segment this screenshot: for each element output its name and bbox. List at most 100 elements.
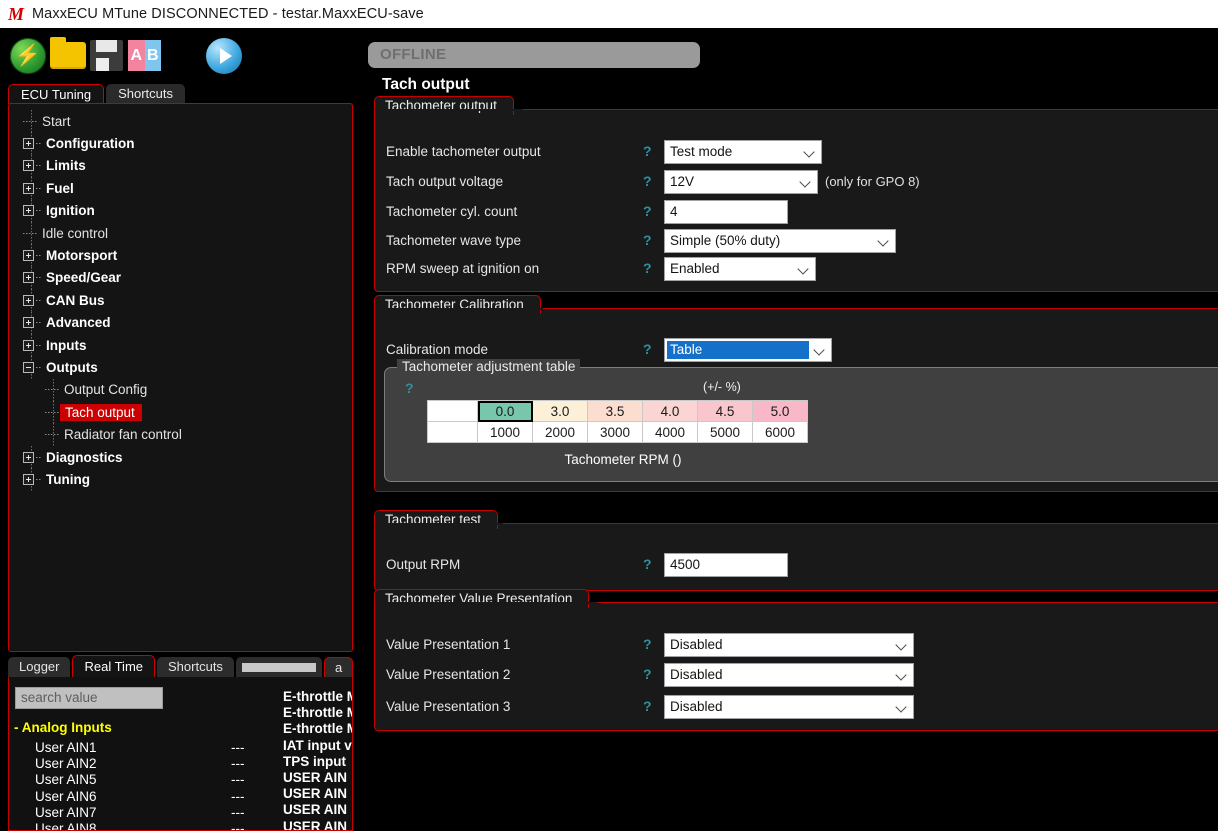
logger-row-value: --- bbox=[231, 740, 245, 755]
tree-connector bbox=[36, 478, 41, 480]
tree-connector bbox=[36, 277, 41, 279]
combo-calibration-mode-value: Table bbox=[667, 341, 809, 359]
help-icon-tachometer-cyl-count[interactable]: ? bbox=[643, 203, 652, 219]
expand-icon[interactable] bbox=[23, 473, 34, 485]
save-file-icon[interactable] bbox=[90, 40, 123, 71]
navigation-tree-panel: Start Configuration Limits Fuel Ignition Idle… bbox=[8, 103, 353, 652]
help-icon-calibration-mode[interactable]: ? bbox=[643, 341, 652, 357]
tree-item-configuration[interactable]: Configuration bbox=[9, 132, 352, 155]
tree-item-tuning[interactable]: Tuning bbox=[9, 468, 352, 491]
tree-item-start[interactable]: Start bbox=[9, 110, 352, 133]
table-corner-cell bbox=[427, 421, 478, 443]
tachometer-adjustment-table[interactable]: 0.0 3.0 3.5 4.0 4.5 5.0 1000 2000 3000 4000 5000 6… bbox=[427, 400, 808, 443]
combo-value-presentation-3-value: Disabled bbox=[670, 699, 723, 714]
help-icon-value-presentation-2[interactable]: ? bbox=[643, 666, 652, 682]
expand-icon[interactable] bbox=[23, 272, 34, 284]
expand-icon[interactable] bbox=[23, 138, 34, 150]
tree-guide-line bbox=[53, 401, 54, 424]
help-icon-tach-output-voltage[interactable]: ? bbox=[643, 173, 652, 189]
logger-group-header[interactable]: - Analog Inputs bbox=[14, 720, 112, 735]
tree-item-output-config[interactable]: Output Config bbox=[9, 378, 352, 402]
tab-shortcuts-logger[interactable]: Shortcuts bbox=[157, 657, 234, 678]
table-value-cell[interactable]: 5.0 bbox=[752, 400, 808, 422]
tree-item-radiator-fan-control[interactable]: Radiator fan control bbox=[9, 423, 352, 446]
help-icon-value-presentation-1[interactable]: ? bbox=[643, 636, 652, 652]
tab-logger[interactable]: Logger bbox=[8, 657, 71, 678]
run-play-icon[interactable] bbox=[206, 38, 242, 74]
table-value-cell[interactable]: 3.0 bbox=[532, 400, 588, 422]
help-icon-output-rpm[interactable]: ? bbox=[643, 556, 652, 572]
table-axis-cell[interactable]: 2000 bbox=[532, 421, 588, 443]
groupbox-adjustment-table-caption: Tachometer adjustment table bbox=[397, 359, 581, 374]
tab-ecu-tuning[interactable]: ECU Tuning bbox=[8, 84, 105, 104]
field-value-presentation-1: Value Presentation 1 ? Disabled bbox=[375, 633, 1218, 659]
tree-item-advanced[interactable]: Advanced bbox=[9, 311, 352, 334]
expand-icon[interactable] bbox=[23, 451, 34, 463]
combo-value-presentation-2[interactable]: Disabled bbox=[664, 663, 914, 687]
table-value-cell[interactable]: 3.5 bbox=[587, 400, 643, 422]
table-axis-cell[interactable]: 4000 bbox=[642, 421, 698, 443]
field-output-rpm: Output RPM ? 4500 bbox=[375, 553, 1218, 579]
tab-shortcuts[interactable]: Shortcuts bbox=[106, 84, 186, 104]
help-icon-value-presentation-3[interactable]: ? bbox=[643, 698, 652, 714]
expand-icon[interactable] bbox=[23, 182, 34, 194]
label-enable-tachometer-output: Enable tachometer output bbox=[386, 144, 541, 159]
tree-item-ignition[interactable]: Ignition bbox=[9, 199, 352, 222]
open-file-icon[interactable] bbox=[50, 37, 86, 69]
combo-calibration-mode[interactable]: Table bbox=[664, 338, 832, 362]
tree-item-outputs[interactable]: Outputs bbox=[9, 356, 352, 379]
window-title: MaxxECU MTune DISCONNECTED - testar.Maxx… bbox=[32, 6, 424, 22]
tree-connector bbox=[36, 344, 41, 346]
table-value-cell[interactable]: 4.5 bbox=[697, 400, 753, 422]
tree-item-limits[interactable]: Limits bbox=[9, 154, 352, 178]
combo-value-presentation-3[interactable]: Disabled bbox=[664, 695, 914, 719]
combo-rpm-sweep-at-ignition-on[interactable]: Enabled bbox=[664, 257, 816, 281]
combo-tachometer-wave-type[interactable]: Simple (50% duty) bbox=[664, 229, 896, 253]
input-output-rpm[interactable]: 4500 bbox=[664, 553, 788, 577]
tree-item-diagnostics[interactable]: Diagnostics bbox=[9, 445, 352, 469]
tree-item-label: Limits bbox=[46, 158, 86, 174]
collapse-icon[interactable] bbox=[23, 361, 34, 373]
help-icon-rpm-sweep-at-ignition-on[interactable]: ? bbox=[643, 260, 652, 276]
chevron-down-icon bbox=[897, 671, 906, 680]
group-tachometer-output: Tachometer output Enable tachometer outp… bbox=[374, 96, 1218, 292]
expand-icon[interactable] bbox=[23, 205, 34, 217]
combo-tachometer-wave-type-value: Simple (50% duty) bbox=[670, 233, 781, 248]
tree-leaf-connector bbox=[45, 411, 59, 413]
help-icon-adjustment-table[interactable]: ? bbox=[405, 380, 414, 396]
search-input[interactable]: search value bbox=[15, 687, 163, 709]
table-value-cell[interactable]: 4.0 bbox=[642, 400, 698, 422]
input-tachometer-cyl-count[interactable]: 4 bbox=[664, 200, 788, 224]
tab-extra[interactable]: a bbox=[323, 657, 354, 678]
logger-panel: search value - Analog Inputs User AIN1 --… bbox=[8, 677, 353, 831]
expand-icon[interactable] bbox=[23, 317, 34, 329]
compare-ab-icon[interactable]: A B bbox=[128, 40, 161, 71]
expand-icon[interactable] bbox=[23, 339, 34, 351]
tree-item-idle-control[interactable]: Idle control bbox=[9, 221, 352, 245]
tree-item-fuel[interactable]: Fuel bbox=[9, 177, 352, 200]
help-icon-tachometer-wave-type[interactable]: ? bbox=[643, 232, 652, 248]
tree-item-can-bus[interactable]: CAN Bus bbox=[9, 289, 352, 312]
field-tach-output-voltage: Tach output voltage ? 12V (only for GPO … bbox=[375, 170, 1218, 196]
expand-icon[interactable] bbox=[23, 160, 34, 172]
tab-progress-bar[interactable] bbox=[235, 657, 322, 678]
expand-icon[interactable] bbox=[23, 294, 34, 306]
table-value-cell[interactable]: 0.0 bbox=[477, 400, 533, 422]
table-axis-cell[interactable]: 1000 bbox=[477, 421, 533, 443]
tree-item-inputs[interactable]: Inputs bbox=[9, 333, 352, 357]
table-axis-cell[interactable]: 3000 bbox=[587, 421, 643, 443]
tree-item-motorsport[interactable]: Motorsport bbox=[9, 244, 352, 267]
expand-icon[interactable] bbox=[23, 250, 34, 262]
tab-real-time[interactable]: Real Time bbox=[72, 655, 156, 678]
tree-item-speed-gear[interactable]: Speed/Gear bbox=[9, 266, 352, 290]
combo-enable-tachometer-output[interactable]: Test mode bbox=[664, 140, 822, 164]
help-icon-enable-tachometer-output[interactable]: ? bbox=[643, 143, 652, 159]
table-axis-cell[interactable]: 6000 bbox=[752, 421, 808, 443]
tree-connector bbox=[36, 299, 41, 301]
flash-ecu-icon[interactable] bbox=[10, 38, 46, 74]
combo-tach-output-voltage[interactable]: 12V bbox=[664, 170, 818, 194]
combo-value-presentation-1[interactable]: Disabled bbox=[664, 633, 914, 657]
tree-item-tach-output[interactable]: Tach output bbox=[9, 401, 352, 424]
table-axis-cell[interactable]: 5000 bbox=[697, 421, 753, 443]
app-logo-icon: M bbox=[7, 4, 24, 24]
